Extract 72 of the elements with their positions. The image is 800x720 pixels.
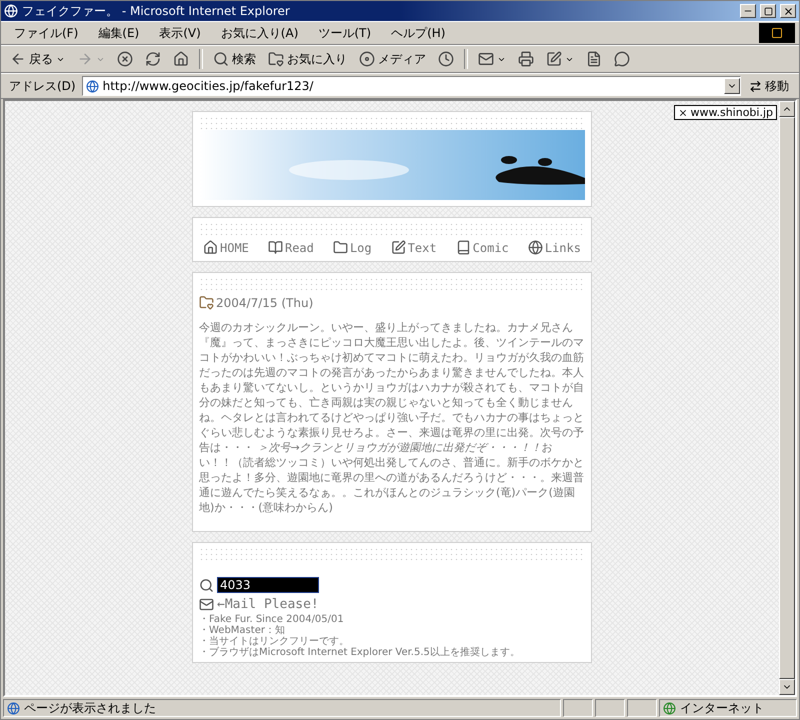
close-button[interactable] [780, 4, 796, 18]
menu-item[interactable]: ツール(T) [309, 22, 380, 44]
status-text: ページが表示されました [24, 700, 156, 716]
nav-link[interactable]: Read [268, 240, 314, 255]
scroll-down-button[interactable] [779, 679, 795, 695]
stop-icon [117, 51, 133, 67]
maximize-button[interactable] [760, 4, 776, 18]
page-icon [86, 80, 99, 92]
folder-icon [332, 240, 348, 255]
nav-link[interactable]: Links [528, 240, 581, 255]
nav-link[interactable]: HOME [203, 240, 249, 255]
house-icon [203, 240, 218, 255]
forward-arrow-icon [77, 51, 93, 67]
nav-link[interactable]: Log [332, 240, 372, 255]
site-info: ・WebMaster：知 [199, 625, 286, 636]
toolbar-button[interactable]: 戻る [5, 48, 70, 70]
magnifier-icon [199, 578, 214, 592]
book-icon [268, 240, 283, 255]
book-icon [456, 240, 471, 255]
home-icon [173, 51, 189, 67]
minimize-button[interactable] [740, 4, 756, 18]
status-pane [627, 699, 657, 717]
status-pane [563, 699, 593, 717]
scroll-up-button[interactable] [779, 101, 795, 117]
mail-icon [199, 597, 214, 612]
browser-icon [4, 4, 18, 18]
disc-icon [359, 51, 375, 67]
menu-item[interactable]: 編集(E) [89, 22, 148, 44]
shinobi-badge[interactable]: www.shinobi.jp [674, 105, 777, 120]
document-icon [586, 51, 602, 67]
clock-icon [438, 51, 454, 67]
go-button[interactable]: 移動 [743, 78, 795, 94]
pen-icon [546, 51, 562, 67]
page-icon [7, 702, 20, 714]
badge-text: www.shinobi.jp [690, 106, 773, 119]
url-text: http://www.geocities.jp/fakefur123/ [102, 79, 314, 93]
arrows-icon [749, 80, 762, 92]
toolbar-button[interactable]: お気に入り [263, 48, 352, 70]
post-date: 2004/7/15 (Thu) [216, 296, 314, 310]
address-field[interactable]: http://www.geocities.jp/fakefur123/ [82, 76, 741, 96]
folder-icon [268, 51, 284, 67]
speech-bubble-icon [614, 51, 630, 67]
zone-text: インターネット [680, 700, 764, 716]
post-text: 今週のカオシックルーン。いやー、盛り上がってきましたね。カナメ兄さん『魔』って、まっさきにピッコロ大魔王思い出したよ。後、ツインテールのマコトがかわいい！ぶっちゃけ初めてマコトに萌えたわ。リョウガが久我の血筋だったのは先週のマコトの発言があったからあまり驚きませんでしたね。本人もあまり驚いてないし。というかリョウガはハカナが殺されても、マコトが自分の妹だと知っても、亡き両親は実の親じゃないと知っても全く動じませんね。ヘタレとは言われてるけどやっぱり強い子だ。でもハカナの事はちょっとぐらい悲しむような素振り見せろよ。さー、来週は竜界の里に出発。次号の予告は・・・ ＞次号→クランとリョウガが遊園地に出発だぞ・・・！！おい！！（読者総ツッコミ）いや何処出発してんのさ、普通に。新手のボケかと思ったよ！多分、遊園地に竜界の里への道があるんだろうけど・・・。来週普通に遊んでたら笑えるなぁ。。これがほんとのジュラシック(竜)パーク(遊園地)か・・・(意味わからん) [199, 320, 585, 515]
toolbar-button[interactable]: メディア [354, 48, 431, 70]
site-info: ・ブラウザはMicrosoft Internet Explorer Ver.5.5以上を推奨します。 [199, 647, 521, 658]
post-icon [199, 295, 214, 310]
close-icon [782, 6, 794, 16]
refresh-icon [145, 51, 161, 67]
address-label: アドレス(D) [8, 78, 77, 94]
menu-item[interactable]: ファイル(F) [5, 22, 88, 44]
printer-icon [518, 51, 534, 67]
mail-icon [478, 51, 494, 67]
scrollbar-thumb[interactable] [779, 117, 795, 679]
window-title: フェイクファー。 - Microsoft Internet Explorer [22, 2, 291, 20]
status-pane [595, 699, 625, 717]
search-icon [213, 51, 229, 67]
menu-item[interactable]: ヘルプ(H) [382, 22, 454, 44]
menu-item[interactable]: 表示(V) [150, 22, 210, 44]
maximize-icon [764, 6, 772, 16]
dropdown-button[interactable] [724, 78, 740, 94]
visitor-counter: 4033 [217, 577, 319, 593]
site-info: ・Fake Fur. Since 2004/05/01 [199, 614, 345, 625]
nav-link[interactable]: Comic [456, 240, 509, 255]
menu-item[interactable]: お気に入り(A) [212, 22, 308, 44]
mail-link[interactable]: ←Mail Please! [217, 597, 319, 612]
globe-icon [528, 240, 543, 255]
nav-link[interactable]: Text [390, 240, 437, 255]
site-info: ・当サイトはリンクフリーです。 [199, 636, 350, 647]
globe-icon [663, 702, 676, 714]
toolbar-button[interactable]: 検索 [208, 48, 261, 70]
pen-icon [390, 240, 406, 255]
